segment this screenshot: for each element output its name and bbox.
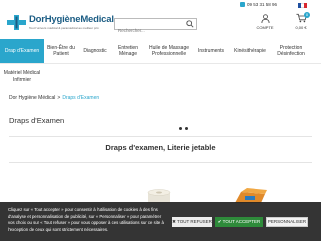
slider-dot[interactable] (185, 127, 188, 130)
account-link[interactable]: COMPTE (254, 14, 276, 36)
category-title: Draps d'examen, Literie jetable (105, 143, 216, 152)
breadcrumb: Dor Hygiène Médical > Draps d'Examen (9, 95, 99, 101)
search-icon[interactable] (186, 20, 194, 28)
phone-number: 09 53 31 58 96 (247, 2, 278, 7)
nav-item-protection[interactable]: Protection Désinfection (272, 39, 310, 63)
product-image-box[interactable] (231, 188, 267, 203)
user-icon (260, 14, 270, 23)
phone-contact[interactable]: 09 53 31 58 96 (240, 2, 278, 8)
cart-count-badge: 0 (304, 12, 310, 18)
cookie-consent-text: Cliquez sur « Tout accepter » pour conse… (8, 207, 164, 232)
account-label: COMPTE (256, 25, 274, 30)
breadcrumb-home[interactable]: Dor Hygiène Médical (9, 95, 55, 101)
refuse-all-button[interactable]: ✖ TOUT REFUSER (172, 217, 212, 227)
accept-all-button[interactable]: ✔ TOUT ACCEPTER (215, 217, 263, 227)
nav-item-instruments[interactable]: Instruments (194, 39, 228, 63)
cart-link[interactable]: 0 0,00 € (290, 12, 312, 37)
logo-tagline: Tout l'univers médical & paramédical au … (29, 26, 99, 30)
phone-icon (240, 2, 245, 8)
cookie-banner: Cliquez sur « Tout accepter » pour conse… (0, 202, 321, 241)
nav-item-entretien[interactable]: Entretien Ménage (112, 39, 144, 63)
site-logo[interactable]: DorHygièneMedical Tout l'univers médical… (7, 13, 117, 35)
nav-item-bien-etre[interactable]: Bien-Être du Patient (44, 39, 78, 63)
logo-text: DorHygièneMedical (29, 14, 114, 25)
customize-button[interactable]: PERSONNALISER (266, 217, 308, 227)
breadcrumb-separator: > (57, 95, 61, 101)
divider (9, 162, 312, 163)
logo-mark-icon (7, 15, 26, 30)
nav-item-kinesitherapie[interactable]: Kinésithérapie (228, 39, 272, 63)
breadcrumb-current[interactable]: Draps d'Examen (62, 95, 99, 101)
cart-total: 0,00 € (295, 25, 307, 30)
nav-item-drap-examen[interactable]: Drap d'Examen (0, 39, 44, 63)
nav-item-diagnostic[interactable]: Diagnostic (78, 39, 112, 63)
search-input[interactable] (115, 25, 183, 36)
page-title: Draps d'Examen (9, 116, 65, 125)
product-image-paper-roll[interactable] (144, 189, 174, 203)
slider-pagination (174, 126, 192, 132)
search-box (114, 18, 197, 36)
main-navigation: Drap d'Examen Bien-Être du Patient Diagn… (0, 39, 321, 88)
site-header: DorHygièneMedical Tout l'univers médical… (0, 0, 321, 38)
slider-dot[interactable] (179, 127, 182, 130)
nav-item-huile-massage[interactable]: Huile de Massage Professionnelle (144, 39, 194, 63)
divider (9, 136, 312, 137)
nav-item-materiel-medical[interactable]: Matériel Médical Infirmier (0, 64, 44, 89)
nav-second-row: Matériel Médical Infirmier (0, 63, 321, 88)
french-flag-icon[interactable] (298, 3, 307, 8)
